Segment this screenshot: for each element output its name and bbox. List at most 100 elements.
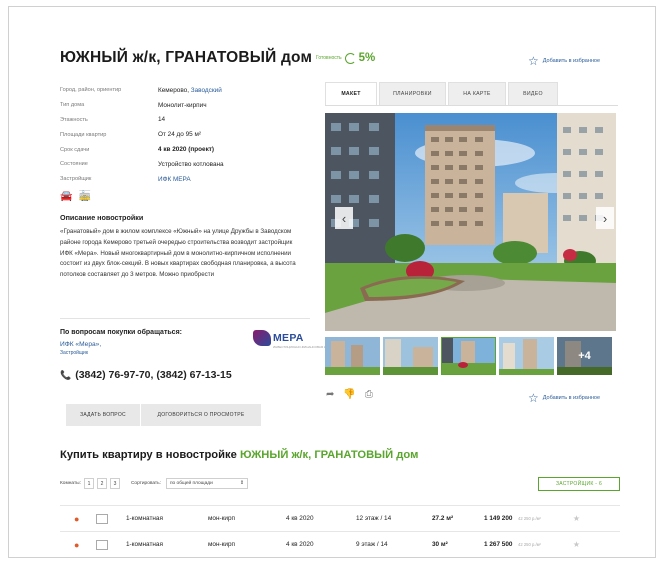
divider	[60, 318, 310, 319]
thumbnail-strip: +4	[325, 337, 612, 375]
property-value: 14	[158, 116, 166, 124]
property-key: Срок сдачи	[60, 146, 90, 153]
star-icon: ☆	[528, 391, 539, 405]
complex-name-highlight: ЮЖНЫЙ ж/к, ГРАНАТОВЫЙ дом	[239, 449, 419, 461]
thumbnail-selected[interactable]	[441, 337, 496, 375]
sort-select[interactable]: по общей площади ⇕	[165, 478, 248, 489]
district-link[interactable]: Заводский	[191, 87, 222, 94]
thumbnail[interactable]	[383, 337, 438, 375]
developer-filter-button[interactable]: ЗАСТРОЙЩИК - 6	[538, 477, 620, 491]
favorites-label: Добавить в избранное	[542, 395, 601, 401]
gallery-prev-arrow[interactable]: ‹	[335, 207, 353, 229]
apartment-material: мон-кирп	[208, 515, 235, 522]
favorites-label: Добавить в избранное	[542, 58, 601, 64]
property-row: Город, район, ориентир Кемерово, Заводск…	[60, 83, 300, 98]
rooms-filter-1[interactable]: 1	[83, 478, 94, 489]
property-value: Кемерово, Заводский	[158, 86, 222, 94]
page-title: ЮЖНЫЙ ж/к, ГРАНАТОВЫЙ дом	[60, 49, 313, 66]
property-row: Этажность 14	[60, 113, 300, 128]
rooms-filter-3[interactable]: 3	[109, 478, 120, 489]
apartment-deadline: 4 кв 2020	[286, 515, 314, 522]
property-key: Застройщик	[60, 176, 92, 183]
contacts-title: По вопросам покупки обращаться:	[60, 329, 182, 336]
gallery-next-arrow[interactable]: ›	[596, 207, 614, 229]
price-per-meter: 42 250 р./м²	[518, 542, 541, 547]
more-photos-count: +4	[557, 337, 612, 375]
apartment-row[interactable]: ● 1-комнатная мон-кирп 4 кв 2020 9 этаж …	[60, 531, 620, 557]
property-key: Тип дома	[60, 102, 85, 109]
ask-question-button[interactable]: ЗАДАТЬ ВОПРОС	[66, 404, 140, 426]
star-icon: ☆	[528, 54, 539, 68]
phone-numbers[interactable]: 📞 (3842) 76-97-70, (3842) 67-13-15	[60, 369, 232, 381]
property-value: ИФК МЕРА	[158, 176, 191, 183]
property-key: Этажность	[60, 116, 88, 123]
share-tools: ➦ 👎 ⎙	[326, 389, 373, 400]
property-key: Состояние	[60, 161, 88, 168]
property-value: От 24 до 95 м²	[158, 131, 202, 139]
favorite-star-icon[interactable]: ★	[560, 514, 580, 523]
chevron-updown-icon: ⇕	[239, 481, 244, 486]
add-to-favorites-bottom[interactable]: ☆ Добавить в избранное	[528, 392, 600, 404]
property-list: Город, район, ориентир Кемерово, Заводск…	[60, 83, 300, 187]
property-row: Площади квартир От 24 до 95 м²	[60, 127, 300, 142]
readiness-value: 5%	[358, 52, 376, 64]
readiness-indicator: Готовность 5%	[316, 52, 375, 64]
thumbnail[interactable]	[325, 337, 380, 375]
car-icon: 🚘	[60, 191, 73, 202]
hot-offer-icon: ●	[74, 513, 80, 524]
property-row: Тип дома Монолит-кирпич	[60, 98, 300, 113]
floor-plan-icon[interactable]	[96, 513, 108, 524]
thumbnail-image	[383, 337, 438, 375]
apartment-area: 30 м²	[432, 541, 448, 548]
logo-text: МЕРА	[273, 332, 304, 344]
rendering-image	[325, 113, 616, 331]
add-to-favorites-top[interactable]: ☆ Добавить в избранное	[528, 55, 600, 67]
property-value: Монолит-кирпич	[158, 101, 207, 109]
developer-link[interactable]: ИФК МЕРА	[158, 176, 191, 183]
property-key: Город, район, ориентир	[60, 87, 122, 94]
apartment-list: ● 1-комнатная мон-кирп 4 кв 2020 12 этаж…	[60, 505, 620, 557]
property-value: 4 кв 2020 (проект)	[158, 146, 215, 154]
mera-logo-icon	[253, 330, 271, 346]
readiness-ring-icon	[344, 52, 356, 64]
tab-plans[interactable]: ПЛАНИРОВКИ	[379, 82, 446, 106]
developer-logo[interactable]: МЕРА ИНВЕСТИЦИОННО-ФИНАНСОВАЯ КОМПАНИЯ	[253, 330, 341, 349]
contact-role: Застройщик	[60, 350, 89, 356]
thumbnail-image	[499, 337, 554, 375]
apartment-price: 1 267 500	[484, 541, 513, 548]
thumbnail-more[interactable]: +4	[557, 337, 612, 375]
share-icon[interactable]: ➦	[326, 389, 334, 400]
contact-developer-link[interactable]: ИФК «Мера»,	[60, 341, 101, 348]
description-title: Описание новостройки	[60, 213, 144, 222]
media-tabs: МАКЕТ ПЛАНИРОВКИ НА КАРТЕ ВИДЕО	[325, 82, 560, 106]
thumbnail[interactable]	[499, 337, 554, 375]
tab-video[interactable]: ВИДЕО	[508, 82, 558, 106]
hot-offer-icon: ●	[74, 539, 80, 550]
property-row: Застройщик ИФК МЕРА	[60, 172, 300, 187]
arrange-viewing-button[interactable]: ДОГОВОРИТЬСЯ О ПРОСМОТРЕ	[141, 404, 261, 426]
apartment-row[interactable]: ● 1-комнатная мон-кирп 4 кв 2020 12 этаж…	[60, 505, 620, 531]
property-row: Состояние Устройство котлована	[60, 157, 300, 172]
apartment-filters: Комнаты: 1 2 3 Сортировать: по общей пло…	[60, 478, 248, 489]
tab-map[interactable]: НА КАРТЕ	[448, 82, 506, 106]
thumbnail-image	[325, 337, 380, 375]
favorite-star-icon[interactable]: ★	[560, 540, 580, 549]
thumbnail-image	[441, 337, 496, 375]
property-row: Срок сдачи 4 кв 2020 (проект)	[60, 142, 300, 157]
property-value: Устройство котлована	[158, 160, 224, 168]
price-per-meter: 42 250 р./м²	[518, 516, 541, 521]
floor-plan-icon[interactable]	[96, 539, 108, 550]
complain-icon[interactable]: 👎	[343, 389, 355, 400]
print-icon[interactable]: ⎙	[365, 389, 373, 400]
phone-text: (3842) 76-97-70, (3842) 67-13-15	[75, 369, 232, 381]
readiness-label: Готовность	[316, 55, 342, 61]
tab-maket[interactable]: МАКЕТ	[325, 82, 377, 106]
apartment-price: 1 149 200	[484, 515, 513, 522]
apartment-material: мон-кирп	[208, 541, 235, 548]
main-photo[interactable]	[325, 113, 616, 331]
apartment-floor: 12 этаж / 14	[356, 515, 392, 522]
phone-icon: 📞	[60, 369, 72, 380]
tabs-underline	[325, 105, 618, 106]
property-key: Площади квартир	[60, 131, 107, 138]
rooms-filter-2[interactable]: 2	[96, 478, 107, 489]
